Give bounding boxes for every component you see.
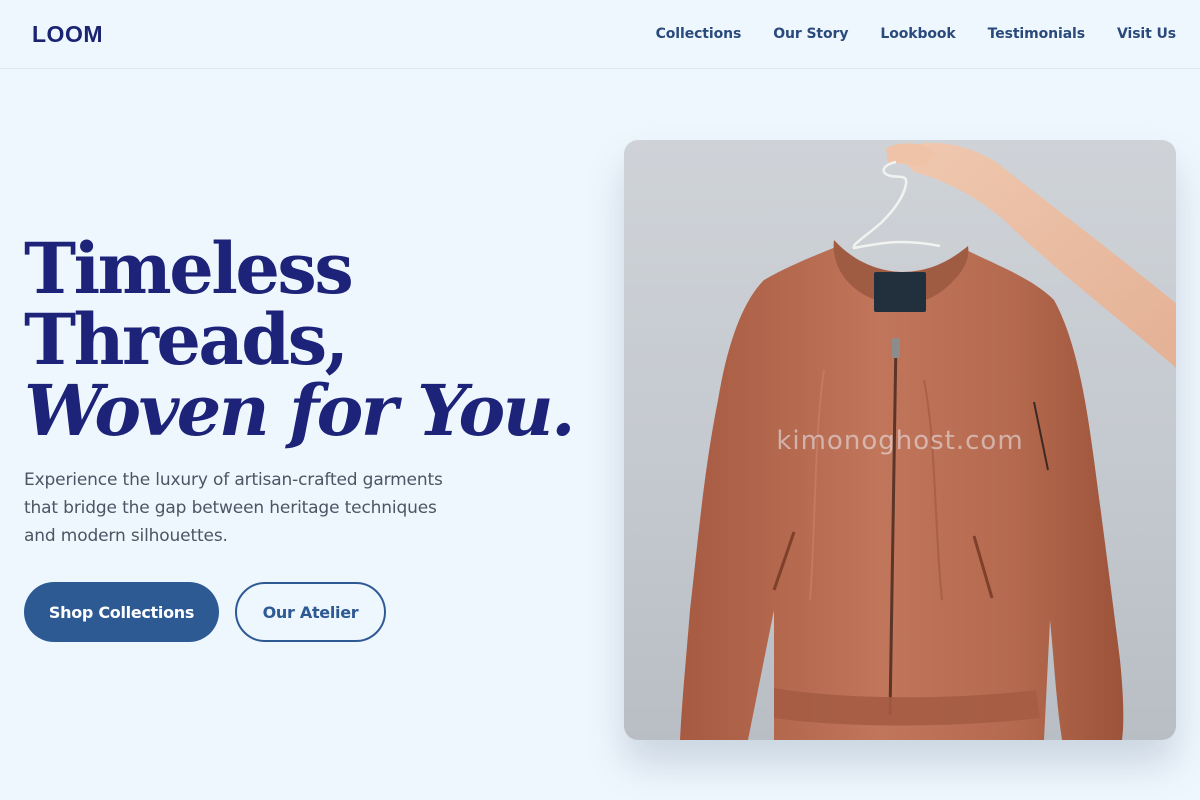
- hero-section: Timeless Threads, Woven for You. Experie…: [24, 227, 575, 642]
- hero-headline: Timeless Threads, Woven for You.: [24, 227, 575, 452]
- nav-link-visit-us[interactable]: Visit Us: [1117, 26, 1176, 42]
- our-atelier-button[interactable]: Our Atelier: [235, 582, 386, 642]
- headline-line-2: Threads,: [24, 298, 349, 381]
- shop-collections-button[interactable]: Shop Collections: [24, 582, 219, 642]
- nav-link-collections[interactable]: Collections: [656, 26, 742, 42]
- brand-logo[interactable]: LOOM: [32, 21, 103, 48]
- hero-subtitle: Experience the luxury of artisan-crafted…: [24, 470, 443, 546]
- headline-line-1: Timeless: [24, 227, 354, 310]
- jacket-hanger-image: kimonoghost.com: [624, 140, 1176, 740]
- hero-buttons: Shop Collections Our Atelier: [24, 582, 544, 642]
- watermark-text: kimonoghost.com: [776, 426, 1024, 456]
- nav-link-our-story[interactable]: Our Story: [773, 26, 848, 42]
- main-nav: Collections Our Story Lookbook Testimoni…: [656, 26, 1176, 42]
- nav-link-testimonials[interactable]: Testimonials: [988, 26, 1085, 42]
- site-header: LOOM Collections Our Story Lookbook Test…: [0, 0, 1200, 69]
- headline-line-3: Woven for You.: [24, 369, 575, 452]
- nav-link-lookbook[interactable]: Lookbook: [880, 26, 955, 42]
